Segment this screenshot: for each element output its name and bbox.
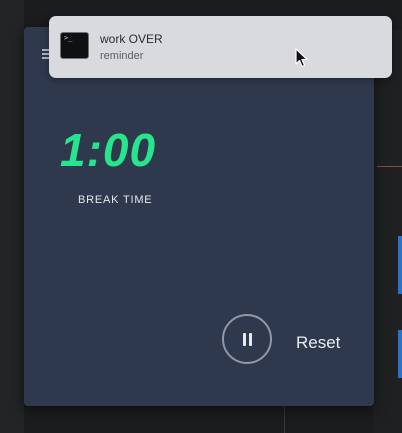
pomodoro-timer-window: 1:00 BREAK TIME Reset [24,27,374,406]
notification-body: reminder [100,50,144,62]
pause-icon [243,333,252,346]
mouse-cursor-icon [295,48,308,68]
background-divider [284,404,285,433]
background-app-marker [398,236,402,294]
notification-title: work OVER [100,32,163,46]
system-notification[interactable]: >_ work OVER reminder [49,16,392,78]
desktop-background-left [0,0,24,433]
terminal-icon: >_ [60,32,89,59]
pause-button[interactable] [222,314,272,364]
reset-button[interactable]: Reset [296,334,340,351]
timer-mode-label: BREAK TIME [78,194,153,206]
background-app-line [377,166,402,167]
background-app-marker [398,330,402,378]
timer-countdown: 1:00 [60,124,157,176]
